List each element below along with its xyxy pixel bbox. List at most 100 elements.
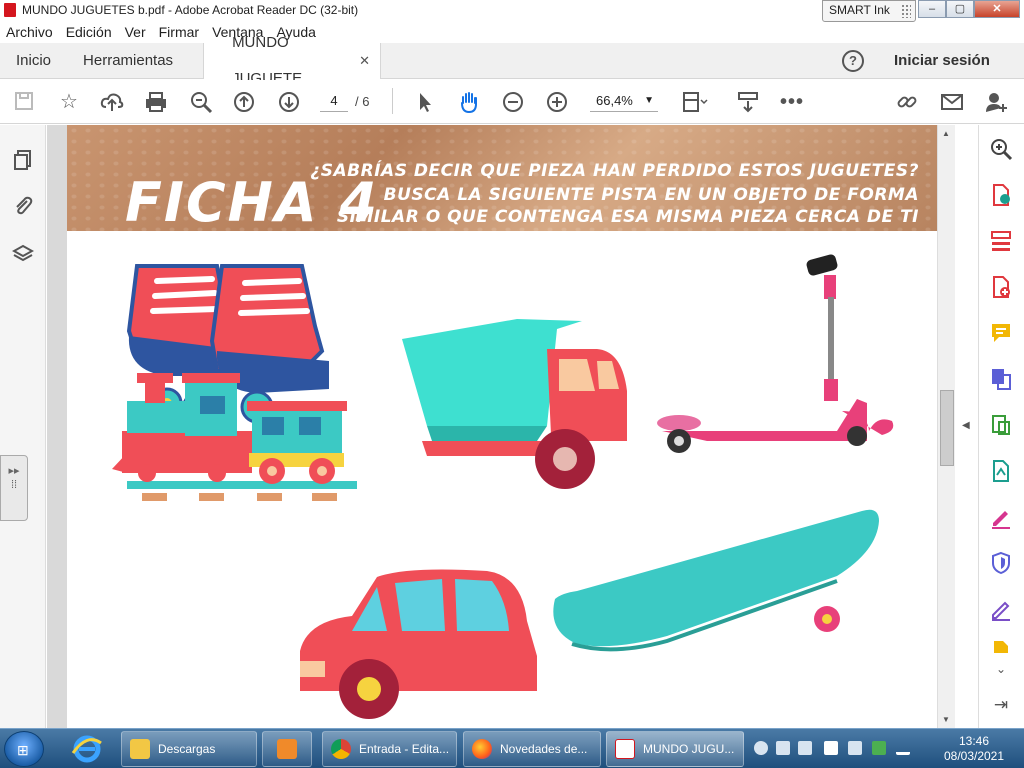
- protect-icon[interactable]: [989, 551, 1013, 575]
- page-total: / 6: [355, 94, 370, 109]
- organize-pages-icon[interactable]: [989, 229, 1013, 253]
- grip-dots-icon[interactable]: [901, 4, 911, 18]
- zoom-out-icon[interactable]: [501, 90, 525, 114]
- help-icon[interactable]: ?: [842, 50, 864, 72]
- toys-illustration-area: [112, 254, 894, 719]
- chevron-down-icon: ▼: [644, 95, 654, 106]
- device-icon[interactable]: [848, 741, 862, 755]
- zoom-in-icon[interactable]: [545, 90, 569, 114]
- fit-page-icon[interactable]: [680, 90, 708, 114]
- toolbar-separator: [392, 88, 393, 114]
- firefox-icon: [472, 739, 492, 759]
- acrobat-app-icon: [4, 3, 16, 17]
- windows-logo-icon: ⊞: [17, 742, 29, 758]
- attachment-icon[interactable]: [12, 195, 34, 217]
- scroll-thumb[interactable]: [940, 390, 954, 466]
- internet-explorer-icon[interactable]: [70, 735, 104, 763]
- hand-icon[interactable]: [457, 90, 481, 114]
- more-icon[interactable]: •••: [780, 90, 804, 114]
- antivirus-icon[interactable]: [872, 741, 886, 755]
- vertical-scrollbar[interactable]: ▲ ▼: [937, 125, 955, 728]
- collapse-panel-icon[interactable]: ⇥: [989, 693, 1013, 717]
- start-button[interactable]: ⊞: [4, 731, 44, 767]
- mail-icon[interactable]: [940, 90, 964, 114]
- fill-sign-icon[interactable]: [989, 505, 1013, 529]
- search-zoom-icon[interactable]: [989, 137, 1013, 161]
- page-up-icon[interactable]: [232, 90, 256, 114]
- save-icon[interactable]: [12, 90, 36, 114]
- tab-bar: Inicio Herramientas MUNDO JUGUETE... ✕: [0, 34, 1024, 87]
- maximize-button[interactable]: ▢: [946, 0, 974, 18]
- comment-icon[interactable]: [989, 321, 1013, 345]
- network-status-icon[interactable]: [754, 741, 768, 755]
- taskbar-firefox-label: Novedades de...: [500, 742, 588, 756]
- page-thumbnails-icon[interactable]: [12, 149, 34, 171]
- select-cursor-icon[interactable]: [413, 90, 437, 114]
- collapse-right-icon[interactable]: ◀: [962, 420, 970, 431]
- sign-in-button[interactable]: Iniciar sesión: [894, 52, 990, 69]
- media-player-icon: [277, 739, 297, 759]
- add-user-icon[interactable]: [984, 90, 1008, 114]
- pdf-page: FICHA 4 ¿SABRÍAS DECIR QUE PIEZA HAN PER…: [67, 125, 937, 728]
- system-clock[interactable]: 13:46 08/03/2021: [924, 734, 1024, 764]
- layers-icon[interactable]: [11, 243, 35, 265]
- taskbar-firefox[interactable]: Novedades de...: [463, 731, 601, 767]
- minimize-button[interactable]: –: [918, 0, 946, 18]
- tab-tools[interactable]: Herramientas: [67, 43, 189, 79]
- dump-truck-image: [402, 319, 627, 489]
- scroll-up-icon[interactable]: ▲: [942, 129, 950, 138]
- menu-archivo[interactable]: Archivo: [6, 24, 53, 40]
- menu-bar: Archivo Edición Ver Firmar Ventana Ayuda: [0, 21, 1024, 43]
- zoom-out-search-icon[interactable]: [189, 90, 213, 114]
- taskbar-chrome-label: Entrada - Edita...: [359, 742, 450, 756]
- tab-home[interactable]: Inicio: [0, 43, 67, 79]
- toolbar: ☆ •••: [0, 80, 1024, 124]
- tab-document[interactable]: MUNDO JUGUETE... ✕: [203, 34, 382, 87]
- taskbar-chrome[interactable]: Entrada - Edita...: [322, 731, 457, 767]
- worksheet-banner: FICHA 4 ¿SABRÍAS DECIR QUE PIEZA HAN PER…: [67, 125, 937, 231]
- edit-pdf-icon[interactable]: [989, 459, 1013, 483]
- chevron-down-icon[interactable]: ⌄: [989, 657, 1013, 681]
- zoom-value: 66,4%: [596, 93, 633, 108]
- close-window-button[interactable]: ✕: [974, 0, 1020, 18]
- taskbar-acrobat[interactable]: MUNDO JUGU...: [606, 731, 744, 767]
- menu-edicion[interactable]: Edición: [66, 24, 112, 40]
- combine-files-icon[interactable]: [989, 367, 1013, 391]
- scooter-image: [657, 254, 894, 453]
- star-icon[interactable]: ☆: [57, 90, 81, 114]
- scroll-mode-icon[interactable]: [736, 90, 760, 114]
- left-nav-panel: ▸▸⁞⁞ ◀: [0, 125, 61, 728]
- panel-expand-handle[interactable]: ▸▸ ⁞⁞: [0, 455, 28, 521]
- instruction-line-1: ¿SABRÍAS DECIR QUE PIEZA HAN PERDIDO EST…: [310, 161, 919, 181]
- page-down-icon[interactable]: [277, 90, 301, 114]
- compress-pdf-icon[interactable]: [989, 413, 1013, 437]
- export-pdf-icon[interactable]: [989, 183, 1013, 207]
- taskbar-acrobat-label: MUNDO JUGU...: [643, 742, 735, 756]
- clock-time: 13:46: [958, 734, 990, 748]
- taskbar-descargas[interactable]: Descargas: [121, 731, 257, 767]
- pdf-file-icon: [615, 739, 635, 759]
- car-image: [300, 569, 537, 719]
- volume-icon[interactable]: [776, 741, 790, 755]
- request-signature-icon[interactable]: [989, 597, 1013, 621]
- window-title: MUNDO JUGUETES b.pdf - Adobe Acrobat Rea…: [22, 3, 359, 17]
- menu-ver[interactable]: Ver: [125, 24, 146, 40]
- smart-board-icon[interactable]: [798, 741, 812, 755]
- page-number-input[interactable]: 4: [320, 90, 348, 112]
- print-icon[interactable]: [144, 90, 168, 114]
- smart-ink-toolbar[interactable]: SMART Ink: [822, 0, 916, 22]
- toy-train-image: [112, 373, 357, 501]
- window-controls: – ▢ ✕: [918, 0, 1020, 18]
- upload-icon[interactable]: [100, 90, 124, 114]
- menu-firmar[interactable]: Firmar: [159, 24, 199, 40]
- share-link-icon[interactable]: [896, 90, 920, 114]
- scroll-down-icon[interactable]: ▼: [942, 715, 950, 724]
- signal-strength-icon[interactable]: [896, 741, 910, 755]
- document-viewport[interactable]: FICHA 4 ¿SABRÍAS DECIR QUE PIEZA HAN PER…: [47, 125, 937, 728]
- taskbar-media-player[interactable]: [262, 731, 312, 767]
- zoom-select[interactable]: 66,4% ▼: [590, 90, 658, 112]
- skateboard-image: [553, 509, 879, 652]
- create-pdf-icon[interactable]: [989, 275, 1013, 299]
- close-tab-icon[interactable]: ✕: [359, 43, 370, 79]
- action-center-flag-icon[interactable]: [824, 741, 838, 755]
